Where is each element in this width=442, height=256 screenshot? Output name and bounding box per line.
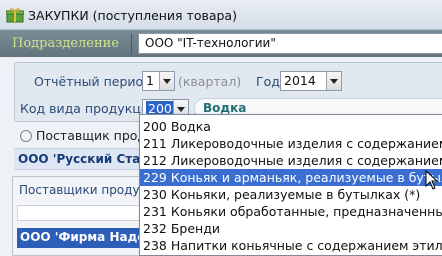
- dropdown-item[interactable]: 212 Ликероводочные изделия с содержанием…: [140, 152, 442, 169]
- dropdown-item[interactable]: 232 Бренди: [140, 220, 442, 237]
- period-value: 1: [146, 73, 154, 88]
- selected-supplier[interactable]: ООО 'Русский Стандарт': [14, 148, 186, 170]
- period-select[interactable]: 1: [142, 71, 175, 91]
- gift-box-icon: [6, 8, 24, 23]
- year-select[interactable]: 2014: [280, 71, 342, 91]
- division-field[interactable]: ООО "IT-технологии": [138, 33, 442, 54]
- division-label: Подразделение: [6, 34, 132, 54]
- radio-button[interactable]: [20, 130, 32, 142]
- filter-panel: Отчётный период 1 (квартал) Год 2014 Код…: [14, 62, 442, 122]
- period-label: Отчётный период: [34, 74, 152, 89]
- window-titlebar: ЗАКУПКИ (поступления товара): [0, 0, 442, 30]
- suppliers-section: Поставщики продукции ООО 'Фирма Надежда': [12, 176, 171, 256]
- period-hint: (квартал): [178, 74, 242, 89]
- product-code-dropdown[interactable]: 200 Водка 211 Ликероводочные изделия с с…: [139, 114, 442, 256]
- dropdown-item[interactable]: 231 Коньяки обработанные, предназначенны…: [140, 203, 442, 220]
- chevron-down-icon[interactable]: [159, 72, 174, 90]
- mouse-pointer-icon: [425, 170, 439, 190]
- dropdown-item[interactable]: 200 Водка: [140, 118, 442, 135]
- dropdown-item[interactable]: 238 Напитки коньячные с содержанием этил…: [140, 237, 442, 254]
- window-title: ЗАКУПКИ (поступления товара): [28, 8, 237, 23]
- dropdown-item[interactable]: 211 Ликероводочные изделия с содержанием…: [140, 135, 442, 152]
- dropdown-item[interactable]: 230 Коньяки, реализуемые в бутылках (*): [140, 186, 442, 203]
- table-row[interactable]: ООО 'Фирма Надежда': [17, 228, 145, 248]
- chevron-down-icon[interactable]: [326, 72, 341, 90]
- division-bar: Подразделение ООО "IT-технологии": [0, 30, 442, 57]
- year-value: 2014: [284, 73, 316, 88]
- product-code-label: Код вида продукции: [20, 101, 158, 116]
- year-label: Год: [256, 74, 280, 89]
- suppliers-table-header: [17, 205, 141, 221]
- dropdown-item-selected[interactable]: 229 Коньяк и арманьяк, реализуемые в бут…: [140, 169, 442, 186]
